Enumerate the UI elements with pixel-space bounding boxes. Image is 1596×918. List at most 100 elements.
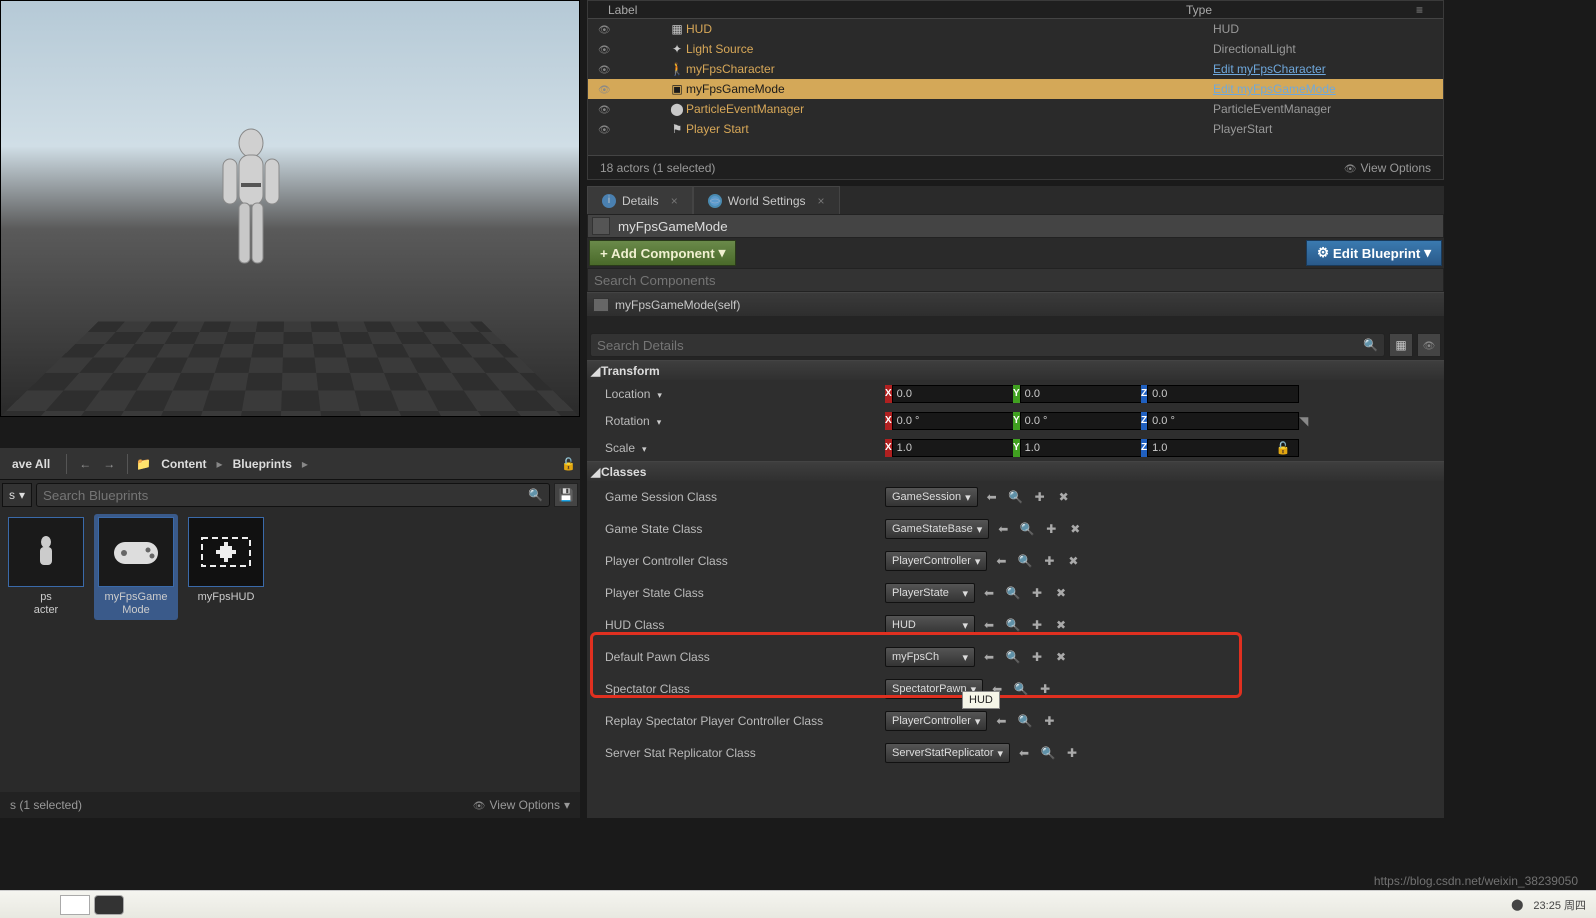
component-root-row[interactable]: myFpsGameMode(self) bbox=[587, 292, 1444, 316]
new-button[interactable]: ✚ bbox=[1027, 647, 1047, 667]
chevron-down-icon[interactable] bbox=[639, 441, 647, 455]
class-dropdown[interactable]: GameStateBase▾ bbox=[885, 519, 989, 539]
search-details-input[interactable] bbox=[597, 338, 1363, 353]
search-details-box[interactable]: 🔍 bbox=[590, 333, 1385, 357]
visibility-toggle[interactable] bbox=[598, 102, 618, 116]
breadcrumb-content[interactable]: Content bbox=[155, 457, 212, 471]
search-components-box[interactable] bbox=[587, 268, 1444, 292]
new-button[interactable]: ✚ bbox=[1027, 583, 1047, 603]
scale-lock-button[interactable] bbox=[1273, 438, 1293, 458]
viewport-3d[interactable] bbox=[0, 0, 580, 417]
browse-button[interactable]: 🔍 bbox=[1006, 487, 1026, 507]
section-transform[interactable]: ◢ Transform bbox=[587, 360, 1444, 380]
new-button[interactable]: ✚ bbox=[1030, 487, 1050, 507]
use-selected-button[interactable]: ⬅ bbox=[982, 487, 1002, 507]
property-matrix-button[interactable]: ▦ bbox=[1389, 333, 1413, 357]
reset-button[interactable]: ✖ bbox=[1065, 519, 1085, 539]
breadcrumb-blueprints[interactable]: Blueprints bbox=[227, 457, 298, 471]
use-selected-button[interactable]: ⬅ bbox=[991, 551, 1011, 571]
new-button[interactable]: ✚ bbox=[1062, 743, 1082, 763]
asset-myfpsgame-mode[interactable]: myFpsGameMode bbox=[94, 514, 178, 620]
outliner-row-particleeventmanager[interactable]: ⬤ ParticleEventManager ParticleEventMana… bbox=[588, 99, 1443, 119]
use-selected-button[interactable]: ⬅ bbox=[979, 615, 999, 635]
outliner-row-myfpscharacter[interactable]: 🚶 myFpsCharacter Edit myFpsCharacter bbox=[588, 59, 1443, 79]
nav-back-button[interactable]: ← bbox=[75, 454, 95, 474]
reset-button[interactable]: ✖ bbox=[1063, 551, 1083, 571]
chevron-down-icon[interactable] bbox=[654, 387, 662, 401]
visibility-toggle[interactable] bbox=[598, 22, 618, 36]
use-selected-button[interactable]: ⬅ bbox=[979, 583, 999, 603]
content-search-box[interactable]: 🔍 bbox=[36, 483, 550, 507]
close-icon[interactable]: × bbox=[818, 194, 825, 208]
class-dropdown[interactable]: HUD▾ bbox=[885, 615, 975, 635]
browse-button[interactable]: 🔍 bbox=[1003, 647, 1023, 667]
reset-button[interactable]: ✖ bbox=[1051, 583, 1071, 603]
use-selected-button[interactable]: ⬅ bbox=[979, 647, 999, 667]
browse-button[interactable]: 🔍 bbox=[1017, 519, 1037, 539]
outliner-menu-icon[interactable]: ≡ bbox=[1416, 3, 1423, 17]
content-search-input[interactable] bbox=[43, 488, 528, 503]
add-component-button[interactable]: + Add Component ▾ bbox=[589, 240, 736, 266]
outliner-col-type[interactable]: Type bbox=[1186, 3, 1416, 17]
class-prop-player-controller-class: Player Controller Class PlayerController… bbox=[587, 545, 1444, 577]
outliner-row-player-start[interactable]: ⚑ Player Start PlayerStart bbox=[588, 119, 1443, 139]
actor-name-input[interactable] bbox=[614, 215, 834, 237]
eye-toggle-button[interactable] bbox=[1417, 333, 1441, 357]
class-dropdown[interactable]: ServerStatReplicator▾ bbox=[885, 743, 1010, 763]
use-selected-button[interactable]: ⬅ bbox=[993, 519, 1013, 539]
tab-world-settings[interactable]: World Settings × bbox=[693, 186, 840, 214]
tray-icon[interactable]: ⬤ bbox=[1511, 898, 1523, 911]
filters-button[interactable]: s ▾ bbox=[2, 483, 32, 507]
asset-ps-acter[interactable]: psacter bbox=[4, 514, 88, 620]
outliner-row-light-source[interactable]: ✦ Light Source DirectionalLight bbox=[588, 39, 1443, 59]
new-button[interactable]: ✚ bbox=[1035, 679, 1055, 699]
browse-button[interactable]: 🔍 bbox=[1003, 583, 1023, 603]
chevron-down-icon[interactable] bbox=[654, 414, 662, 428]
actor-type[interactable]: Edit myFpsGameMode bbox=[1213, 82, 1443, 96]
taskbar-app[interactable] bbox=[60, 895, 90, 915]
actor-type[interactable]: Edit myFpsCharacter bbox=[1213, 62, 1443, 76]
lock-button[interactable] bbox=[561, 457, 576, 471]
outliner-row-hud[interactable]: ▦ HUD HUD bbox=[588, 19, 1443, 39]
browse-button[interactable]: 🔍 bbox=[1015, 551, 1035, 571]
taskbar-app[interactable] bbox=[94, 895, 124, 915]
search-components-input[interactable] bbox=[594, 273, 1437, 288]
browse-button[interactable]: 🔍 bbox=[1015, 711, 1035, 731]
edit-blueprint-button[interactable]: Edit Blueprint ▾ bbox=[1306, 240, 1442, 266]
save-all-button[interactable]: ave All bbox=[4, 457, 58, 471]
nav-forward-button[interactable]: → bbox=[99, 454, 119, 474]
outliner-col-label[interactable]: Label bbox=[608, 3, 1186, 17]
outliner-row-myfpsgamemode[interactable]: ▣ myFpsGameMode Edit myFpsGameMode bbox=[588, 79, 1443, 99]
browse-button[interactable]: 🔍 bbox=[1038, 743, 1058, 763]
section-classes[interactable]: ◢ Classes bbox=[587, 461, 1444, 481]
class-dropdown[interactable]: GameSession▾ bbox=[885, 487, 978, 507]
visibility-toggle[interactable] bbox=[598, 122, 618, 136]
visibility-toggle[interactable] bbox=[598, 62, 618, 76]
reset-button[interactable]: ✖ bbox=[1051, 647, 1071, 667]
outliner-view-options[interactable]: View Options bbox=[1344, 161, 1431, 175]
class-dropdown[interactable]: PlayerState▾ bbox=[885, 583, 975, 603]
browse-button[interactable]: 🔍 bbox=[1003, 615, 1023, 635]
reset-button[interactable]: ✖ bbox=[1051, 615, 1071, 635]
rotation-z-input[interactable] bbox=[1147, 412, 1299, 430]
visibility-toggle[interactable] bbox=[598, 42, 618, 56]
asset-myfpshud[interactable]: myFpsHUD bbox=[184, 514, 268, 607]
use-selected-button[interactable]: ⬅ bbox=[991, 711, 1011, 731]
tab-details[interactable]: i Details × bbox=[587, 186, 693, 214]
close-icon[interactable]: × bbox=[671, 194, 678, 208]
visibility-toggle[interactable] bbox=[598, 82, 618, 96]
content-view-options[interactable]: View Options ▾ bbox=[473, 798, 570, 812]
new-button[interactable]: ✚ bbox=[1041, 519, 1061, 539]
new-button[interactable]: ✚ bbox=[1039, 551, 1059, 571]
class-dropdown[interactable]: PlayerController▾ bbox=[885, 711, 987, 731]
class-dropdown[interactable]: PlayerController▾ bbox=[885, 551, 987, 571]
use-selected-button[interactable]: ⬅ bbox=[1014, 743, 1034, 763]
browse-button[interactable]: 🔍 bbox=[1011, 679, 1031, 699]
class-dropdown[interactable]: myFpsCh▾ bbox=[885, 647, 975, 667]
location-z-input[interactable] bbox=[1147, 385, 1299, 403]
new-button[interactable]: ✚ bbox=[1027, 615, 1047, 635]
reset-button[interactable]: ✖ bbox=[1054, 487, 1074, 507]
folder-icon[interactable]: 📁 bbox=[136, 457, 151, 471]
new-button[interactable]: ✚ bbox=[1039, 711, 1059, 731]
save-search-button[interactable]: 💾 bbox=[554, 483, 578, 507]
